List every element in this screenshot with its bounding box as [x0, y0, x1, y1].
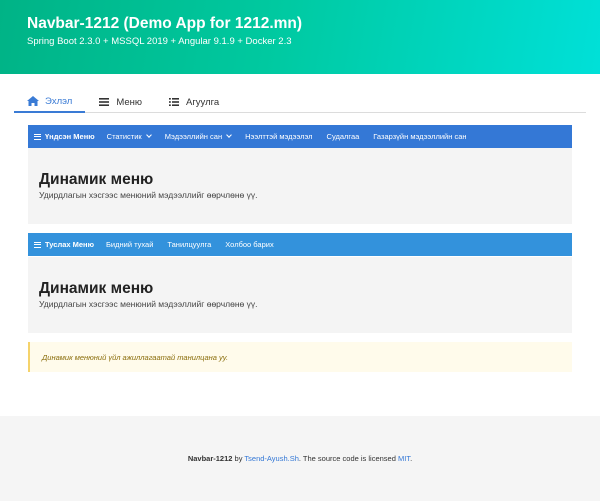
footer-by: by: [232, 454, 245, 463]
hamburger-icon: [34, 241, 41, 248]
home-icon: [27, 96, 39, 106]
nav-item-about[interactable]: Бидний тухай: [106, 240, 153, 249]
panel-text: Удирдлагын хэсгээс менюний мэдээллийг өө…: [39, 190, 258, 200]
navbar-secondary-brand-label: Туслах Меню: [45, 240, 94, 249]
footer-text: Navbar-1212 by Tsend-Ayush.Sh. The sourc…: [188, 454, 412, 463]
tab-home[interactable]: Эхлэл: [14, 91, 86, 113]
nav-item-label: Судалгаа: [326, 132, 360, 141]
nav-item-label: Бидний тухай: [106, 240, 154, 249]
navbar-primary: Үндсэн Меню Статистик Мэдээллийн сан Нээ…: [28, 125, 572, 148]
menu-icon: [99, 98, 110, 106]
main-tabs: Эхлэл Меню Агуулга: [14, 91, 586, 113]
tab-content-label: Агуулга: [186, 96, 220, 108]
footer-app-name: Navbar-1212: [187, 454, 233, 463]
navbar-secondary-brand[interactable]: Туслах Меню: [34, 240, 94, 249]
footer-license-text: . The source code is licensed: [298, 454, 398, 463]
chevron-down-icon: [145, 132, 152, 138]
nav-item-statistics[interactable]: Статистик: [106, 132, 152, 141]
nav-item-label: Газарзүйн мэдээллийн сан: [373, 132, 467, 141]
content-panel-primary: Динамик меню Удирдлагын хэсгээс менюний …: [28, 148, 572, 224]
panel-title: Динамик меню: [39, 171, 154, 188]
hamburger-icon: [34, 133, 41, 140]
nav-item-contact[interactable]: Холбоо барих: [225, 240, 273, 249]
tab-home-label: Эхлэл: [45, 95, 73, 107]
footer: Navbar-1212 by Tsend-Ayush.Sh. The sourc…: [0, 416, 600, 501]
nav-item-open-data[interactable]: Нээлттэй мэдээлэл: [245, 132, 312, 141]
footer-end: .: [410, 454, 413, 463]
navbar-secondary: Туслах Меню Бидний тухай Танилцуулга Хол…: [28, 233, 572, 256]
nav-item-label: Мэдээллийн сан: [164, 132, 223, 141]
content-panel-secondary: Динамик меню Удирдлагын хэсгээс менюний …: [28, 257, 572, 333]
panel-title: Динамик меню: [39, 280, 154, 297]
author-link[interactable]: Tsend-Ayush.Sh: [244, 454, 298, 463]
notice-text: Динамик менюний үйл ажиллагаатай танилца…: [42, 352, 229, 362]
hero-header: Navbar-1212 (Demo App for 1212.mn) Sprin…: [0, 0, 600, 74]
panel-text: Удирдлагын хэсгээс менюний мэдээллийг өө…: [39, 299, 258, 309]
notice-alert: Динамик менюний үйл ажиллагаатай танилца…: [28, 342, 572, 372]
page-subtitle: Spring Boot 2.3.0 + MSSQL 2019 + Angular…: [27, 36, 292, 47]
navbar-primary-brand-label: Үндсэн Меню: [45, 132, 95, 141]
tab-menu-label: Меню: [116, 96, 142, 108]
nav-item-label: Холбоо барих: [225, 240, 274, 249]
page-title: Navbar-1212 (Demo App for 1212.mn): [27, 15, 303, 32]
tab-content[interactable]: Агуулга: [155, 91, 232, 113]
nav-item-database[interactable]: Мэдээллийн сан: [164, 132, 232, 141]
tab-menu[interactable]: Меню: [85, 91, 155, 113]
nav-item-gis[interactable]: Газарзүйн мэдээллийн сан: [373, 132, 466, 141]
nav-item-research[interactable]: Судалгаа: [327, 132, 360, 141]
navbar-primary-brand[interactable]: Үндсэн Меню: [34, 132, 95, 141]
nav-item-intro[interactable]: Танилцуулга: [167, 240, 211, 249]
license-link[interactable]: MIT: [398, 454, 410, 463]
nav-item-label: Танилцуулга: [167, 240, 212, 249]
nav-item-label: Статистик: [106, 132, 142, 141]
list-icon: [169, 98, 179, 106]
nav-item-label: Нээлттэй мэдээлэл: [245, 132, 313, 141]
chevron-down-icon: [226, 132, 232, 138]
